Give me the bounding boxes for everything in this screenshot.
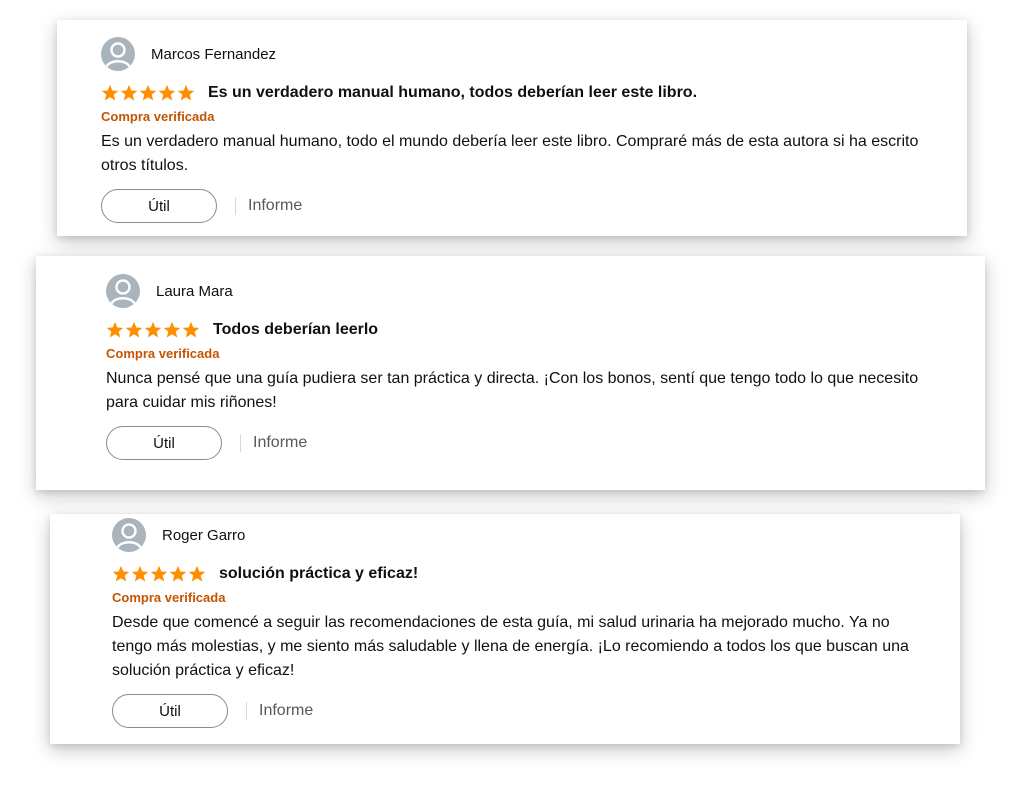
- review-title[interactable]: Todos deberían leerlo: [213, 321, 378, 339]
- user-avatar-icon: [112, 518, 146, 552]
- reviewer-name[interactable]: Roger Garro: [162, 527, 245, 544]
- reviewer-name[interactable]: Laura Mara: [156, 283, 233, 300]
- report-link[interactable]: Informe: [248, 197, 302, 215]
- review-body: Desde que comencé a seguir las recomenda…: [112, 614, 909, 679]
- review-title[interactable]: solución práctica y eficaz!: [219, 565, 418, 583]
- divider: [246, 702, 247, 720]
- user-avatar-icon: [101, 37, 135, 71]
- star-icon: [182, 321, 200, 338]
- report-link[interactable]: Informe: [253, 434, 307, 452]
- verified-purchase-badge: Compra verificada: [106, 346, 220, 361]
- review-card: Marcos Fernandez Es un verdadero manual …: [57, 20, 967, 236]
- reviewer-name[interactable]: Marcos Fernandez: [151, 46, 276, 63]
- review-body: Es un verdadero manual humano, todo el m…: [101, 133, 919, 174]
- star-rating: [101, 84, 195, 102]
- star-rating: [106, 321, 200, 339]
- report-link[interactable]: Informe: [259, 702, 313, 720]
- reviewer-row: Marcos Fernandez: [101, 37, 921, 71]
- star-icon: [177, 84, 195, 101]
- star-icon: [125, 321, 143, 338]
- star-icon: [112, 565, 130, 582]
- divider: [240, 434, 241, 452]
- star-icon: [120, 84, 138, 101]
- useful-button[interactable]: Útil: [112, 694, 228, 728]
- star-rating: [112, 565, 206, 583]
- review-title[interactable]: Es un verdadero manual humano, todos deb…: [208, 84, 697, 102]
- star-icon: [188, 565, 206, 582]
- star-icon: [131, 565, 149, 582]
- star-icon: [101, 84, 119, 101]
- reviewer-row: Roger Garro: [112, 518, 922, 552]
- review-body: Nunca pensé que una guía pudiera ser tan…: [106, 370, 919, 411]
- star-icon: [139, 84, 157, 101]
- review-card: Roger Garro solución práctica y eficaz! …: [50, 514, 960, 744]
- star-icon: [150, 565, 168, 582]
- star-icon: [158, 84, 176, 101]
- review-card: Laura Mara Todos deberían leerlo Compra …: [36, 256, 985, 490]
- verified-purchase-badge: Compra verificada: [101, 109, 215, 124]
- star-icon: [144, 321, 162, 338]
- star-icon: [169, 565, 187, 582]
- useful-button[interactable]: Útil: [101, 189, 217, 223]
- reviewer-row: Laura Mara: [106, 274, 926, 308]
- verified-purchase-badge: Compra verificada: [112, 590, 226, 605]
- star-icon: [106, 321, 124, 338]
- useful-button[interactable]: Útil: [106, 426, 222, 460]
- star-icon: [163, 321, 181, 338]
- user-avatar-icon: [106, 274, 140, 308]
- divider: [235, 197, 236, 215]
